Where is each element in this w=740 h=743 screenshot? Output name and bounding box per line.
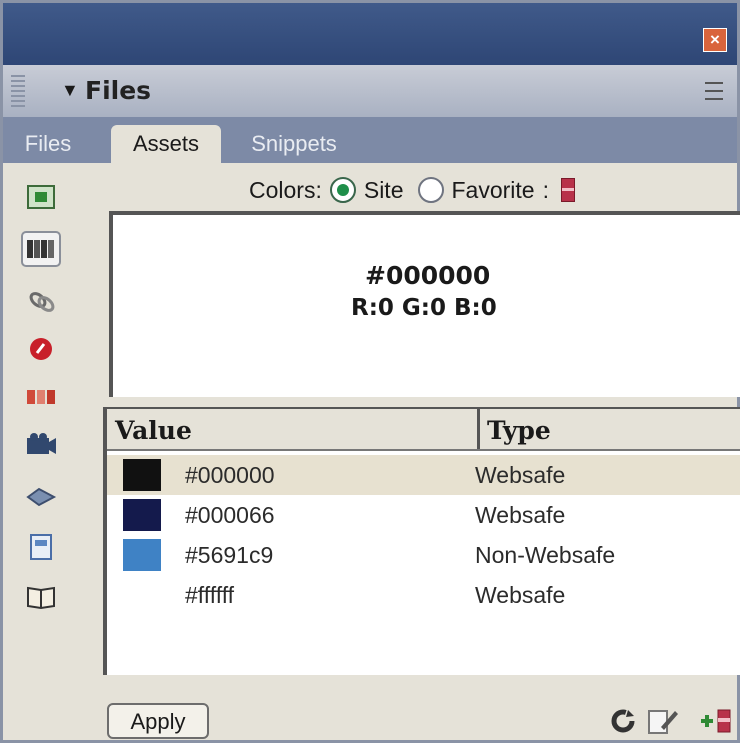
library-icon[interactable] — [21, 579, 61, 615]
urls-icon[interactable] — [21, 283, 61, 319]
color-swatch — [123, 459, 161, 491]
favorites-icon — [560, 178, 575, 202]
colors-filter: Colors: Site Favorite: — [249, 173, 575, 207]
flash-icon[interactable] — [21, 331, 61, 367]
colors-table: Value Type #000000 Websafe #000066 Websa… — [103, 407, 740, 675]
scripts-icon[interactable] — [21, 479, 61, 515]
color-type: Non-Websafe — [475, 542, 616, 568]
color-value: #000066 — [185, 502, 275, 528]
color-value: #ffffff — [185, 582, 235, 608]
tab-files[interactable]: Files — [13, 125, 83, 163]
color-type: Websafe — [475, 502, 566, 528]
tab-snippets[interactable]: Snippets — [239, 125, 349, 163]
tab-assets[interactable]: Assets — [111, 125, 221, 163]
window-titlebar[interactable]: × — [3, 3, 737, 65]
column-header-type[interactable]: Type — [487, 409, 551, 449]
column-header-value[interactable]: Value — [115, 409, 192, 449]
add-to-favorites-icon[interactable] — [699, 707, 733, 735]
panel-header[interactable]: ▼ Files — [3, 65, 737, 117]
panel-window: × ▼ Files Files Assets Snippets Colors: … — [0, 0, 740, 743]
preview-rgb: R:0 G:0 B:0 — [351, 295, 497, 321]
table-header: Value Type — [107, 409, 740, 451]
colors-icon[interactable] — [21, 231, 61, 267]
table-row[interactable]: #000000 Websafe — [107, 455, 740, 495]
panel-options-icon[interactable] — [705, 82, 723, 100]
color-type: Websafe — [475, 582, 566, 608]
color-value: #5691c9 — [185, 542, 274, 568]
color-swatch — [123, 539, 161, 571]
favorites-radio[interactable] — [417, 177, 444, 203]
table-row[interactable]: #ffffff Websafe — [107, 575, 740, 615]
tab-bar: Files Assets Snippets — [3, 117, 737, 163]
triangle-down-icon[interactable]: ▼ — [61, 80, 79, 101]
close-icon[interactable]: × — [703, 28, 727, 52]
table-row[interactable]: #5691c9 Non-Websafe — [107, 535, 740, 575]
movies-icon[interactable] — [21, 427, 61, 463]
color-swatch — [123, 499, 161, 531]
edit-icon[interactable] — [647, 707, 679, 735]
shockwave-icon[interactable] — [21, 379, 61, 415]
color-value: #000000 — [185, 462, 275, 488]
color-type: Websafe — [475, 462, 566, 488]
templates-icon[interactable] — [21, 529, 61, 565]
preview-hex: #000000 — [365, 261, 491, 290]
grip-handle[interactable] — [11, 75, 25, 107]
table-row[interactable]: #000066 Websafe — [107, 495, 740, 535]
panel-title: Files — [85, 76, 152, 105]
favorites-radio-label[interactable]: Favorite — [452, 177, 535, 204]
color-preview: #000000 R:0 G:0 B:0 — [109, 211, 740, 397]
refresh-icon[interactable] — [609, 707, 637, 735]
color-swatch — [123, 579, 161, 611]
site-radio[interactable] — [329, 177, 356, 203]
apply-button[interactable]: Apply — [107, 703, 209, 739]
colors-label: Colors: — [249, 176, 322, 203]
site-radio-label[interactable]: Site — [364, 177, 404, 204]
images-icon[interactable] — [21, 179, 61, 215]
column-divider[interactable] — [477, 409, 480, 449]
